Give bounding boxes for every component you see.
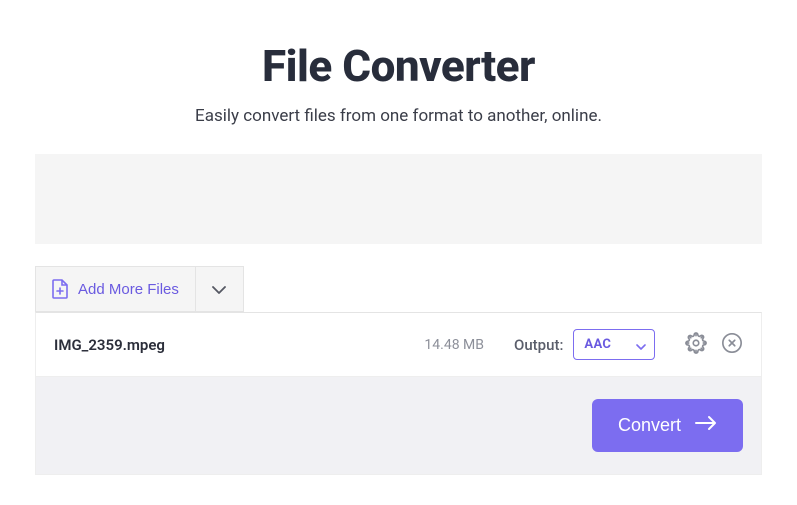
file-dropzone[interactable] (35, 154, 762, 244)
add-more-files-button[interactable]: Add More Files (35, 266, 196, 312)
arrow-right-icon (695, 415, 717, 436)
output-label: Output: (514, 336, 563, 354)
settings-button[interactable] (685, 332, 707, 358)
file-plus-icon (52, 279, 68, 299)
convert-button[interactable]: Convert (592, 399, 743, 452)
file-size: 14.48 MB (389, 337, 484, 353)
file-name: IMG_2359.mpeg (54, 336, 389, 354)
output-section: Output: AAC (514, 329, 685, 360)
chevron-down-icon (212, 282, 226, 297)
chevron-down-icon (636, 335, 646, 354)
toolbar: Add More Files (35, 266, 762, 312)
gear-icon (685, 332, 707, 358)
close-circle-icon (721, 332, 743, 358)
remove-file-button[interactable] (721, 332, 743, 358)
file-row: IMG_2359.mpeg 14.48 MB Output: AAC (35, 312, 762, 377)
convert-button-label: Convert (618, 415, 681, 436)
row-actions (685, 332, 743, 358)
page-subtitle: Easily convert files from one format to … (35, 106, 762, 126)
output-format-value: AAC (584, 337, 611, 352)
add-more-dropdown-toggle[interactable] (196, 266, 244, 312)
add-more-files-label: Add More Files (78, 281, 179, 298)
page-title: File Converter (35, 40, 762, 92)
output-format-select[interactable]: AAC (573, 329, 655, 360)
footer-bar: Convert (35, 377, 762, 475)
